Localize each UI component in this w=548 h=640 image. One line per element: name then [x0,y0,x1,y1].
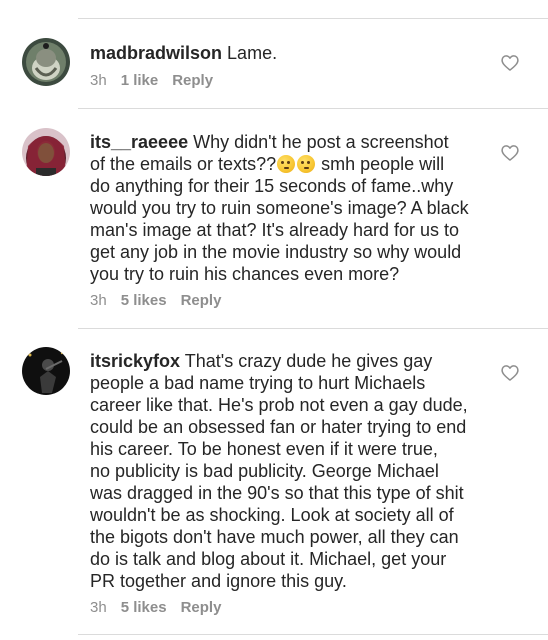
reply-button[interactable]: Reply [172,72,213,89]
comment-meta: 3h 5 likes Reply [90,292,221,309]
comment-username[interactable]: itsrickyfox [90,351,180,371]
avatar[interactable] [22,347,70,395]
reply-button[interactable]: Reply [181,292,222,309]
divider [78,108,548,109]
divider [78,328,548,329]
comment-likes[interactable]: 5 likes [121,599,167,616]
comment-time: 3h [90,292,107,309]
avatar[interactable] [22,128,70,176]
user-avatar-icon [22,347,70,395]
user-avatar-icon [22,128,70,176]
comment-text: madbradwilson Lame. [90,42,490,64]
comment-username[interactable]: madbradwilson [90,43,222,63]
heart-outline-icon[interactable] [500,53,520,73]
user-avatar-icon [22,38,70,86]
comment-meta: 3h 5 likes Reply [90,599,221,616]
divider [78,18,548,19]
comment-body: Lame. [227,43,278,63]
comment-meta: 3h 1 like Reply [90,72,213,89]
comment-likes[interactable]: 1 like [121,72,159,89]
comment-username[interactable]: its__raeeee [90,132,188,152]
comment-likes[interactable]: 5 likes [121,292,167,309]
heart-outline-icon[interactable] [500,143,520,163]
comment-time: 3h [90,599,107,616]
reply-button[interactable]: Reply [181,599,222,616]
comment-text: its__raeeee Why didn't he post a screens… [90,131,490,285]
comment-body: That's crazy dude he gives gay people a … [90,351,468,591]
thinking-face-icon [297,155,316,173]
comment-text: itsrickyfox That's crazy dude he gives g… [90,350,490,592]
heart-outline-icon[interactable] [500,363,520,383]
comment-time: 3h [90,72,107,89]
avatar[interactable] [22,38,70,86]
thinking-face-icon [277,155,296,173]
divider [78,634,548,635]
